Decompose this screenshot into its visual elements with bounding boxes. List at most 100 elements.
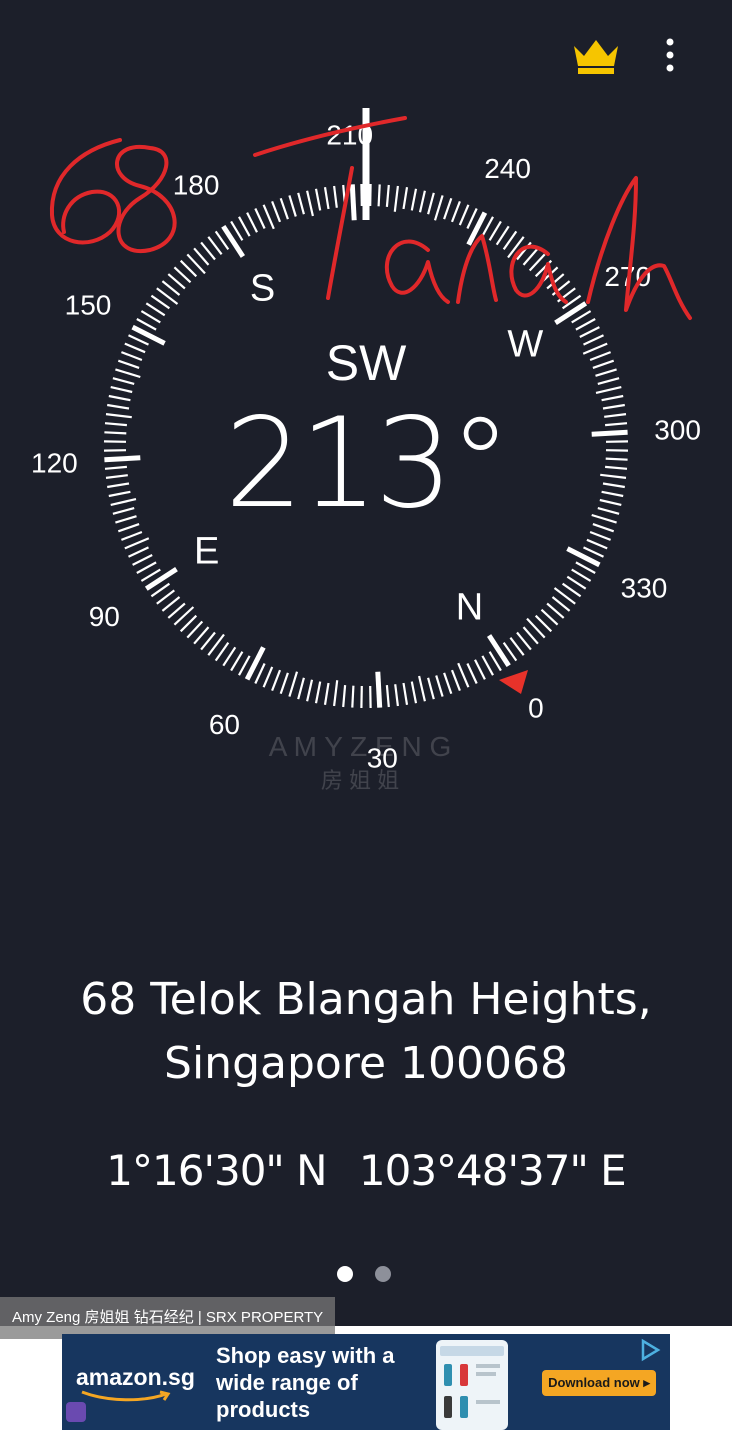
compass-tick (161, 280, 181, 296)
compass-tick (200, 631, 216, 651)
compass-tick (566, 546, 601, 568)
cardinal-label-w: W (507, 324, 543, 366)
compass-tick (132, 554, 153, 566)
compass-tick (575, 318, 596, 331)
compass-tick (595, 386, 622, 394)
watermark-latin: A M Y Z E N G (269, 731, 452, 762)
compass-tick (579, 326, 600, 338)
compass-tick (107, 403, 130, 410)
compass-tick (402, 187, 409, 210)
compass-tick (117, 359, 140, 369)
compass-tick (323, 187, 330, 210)
compass-tick (271, 201, 282, 223)
compass-tick (279, 197, 289, 220)
compass-tick (115, 368, 141, 379)
compass-tick (107, 482, 130, 489)
compass-tick (450, 669, 461, 691)
compass-tick (238, 216, 251, 237)
compass-tick (410, 188, 418, 211)
compass-tick (591, 429, 628, 437)
compass-tick (105, 413, 132, 419)
heading-direction: SW (325, 335, 407, 391)
compass-tick (104, 465, 127, 470)
compass-tick (262, 666, 274, 688)
compass-tick (385, 184, 390, 207)
degree-label: 300 (654, 415, 701, 446)
location-address: 68 Telok Blangah Heights, Singapore 1000… (40, 968, 692, 1096)
compass-tick (161, 596, 181, 612)
compass-tick (297, 192, 305, 215)
compass-tick (604, 413, 627, 418)
download-now-button[interactable]: Download now ▸ (542, 1370, 656, 1396)
compass-tick (466, 663, 478, 684)
degree-label: 330 (621, 573, 668, 604)
compass-tick (597, 377, 620, 385)
compass-tick (599, 498, 622, 506)
page-dot-2[interactable] (375, 1266, 391, 1282)
compass-tick (145, 302, 166, 317)
compass-tick (591, 513, 617, 524)
compass-tick (602, 403, 625, 410)
ad-tagline: Shop easy with a wide range of products (216, 1343, 395, 1422)
compass-tick (495, 225, 510, 246)
compass-tick (254, 208, 266, 229)
north-marker (499, 670, 528, 694)
degree-label: 120 (31, 447, 78, 478)
compass-tick (342, 685, 347, 708)
compass-tick (605, 465, 628, 470)
heading-degrees: 213° (224, 392, 512, 536)
compass-tick (207, 236, 223, 255)
compass-tick (288, 671, 299, 697)
compass-tick (393, 185, 399, 212)
compass-tick (306, 679, 314, 702)
compass-tick (108, 394, 131, 402)
compass-tick (349, 184, 357, 221)
compass-tick (105, 474, 128, 479)
ad-banner[interactable]: amazon.sg Shop easy with a wide range of… (62, 1334, 670, 1430)
phone-screenshot-icon (436, 1340, 508, 1430)
compass-tick (351, 685, 355, 708)
compass-tick (466, 208, 478, 229)
compass-tick (427, 192, 435, 215)
compass-tick (214, 641, 230, 662)
compass-tick (586, 538, 608, 550)
page-indicator (337, 1266, 391, 1282)
compass-tick (433, 195, 444, 221)
compass-tick (314, 188, 322, 211)
compass-tick (271, 669, 282, 691)
watermark-chinese: 房 姐 姐 (321, 768, 399, 793)
compass-tick (156, 589, 175, 605)
compass-tick (450, 201, 461, 223)
degree-label: 150 (65, 289, 112, 320)
compass-tick (110, 386, 133, 394)
degree-label: 180 (173, 169, 220, 200)
page-dot-1[interactable] (337, 1266, 353, 1282)
ad-brand-logo: amazon.sg (76, 1364, 195, 1390)
compass-tick (131, 324, 166, 346)
adchoices-icon[interactable] (638, 1338, 662, 1362)
latitude: 1°16'30" N (106, 1146, 327, 1195)
compass-tick (104, 422, 127, 427)
compass-tick (246, 212, 258, 233)
compass-tick (385, 685, 390, 708)
compass-tick (457, 662, 470, 688)
compass-tick (314, 681, 322, 704)
compass-tick (377, 184, 381, 207)
compass-tick (121, 351, 143, 362)
compass-app-screen: 0 30 60 90 120 150 180 210 240 270 300 330 NESW A M… (0, 0, 732, 1326)
address-line-2: Singapore 100068 (164, 1038, 568, 1089)
compass-tick (288, 195, 297, 217)
compass-tick (117, 523, 140, 533)
degree-label: 60 (209, 709, 240, 740)
compass-tick (112, 377, 135, 385)
compass-tick (566, 575, 587, 590)
gps-coordinates: 1°16'30" N 103°48'37" E (66, 1146, 666, 1195)
amazon-smile-icon (81, 1390, 171, 1402)
compass-tick (418, 190, 426, 213)
compass-tick (306, 190, 314, 217)
compass-tick (112, 507, 135, 515)
compass-tick (595, 368, 617, 377)
compass-tick (481, 655, 494, 676)
degree-label: 240 (484, 153, 531, 184)
compass-tick (443, 197, 453, 220)
